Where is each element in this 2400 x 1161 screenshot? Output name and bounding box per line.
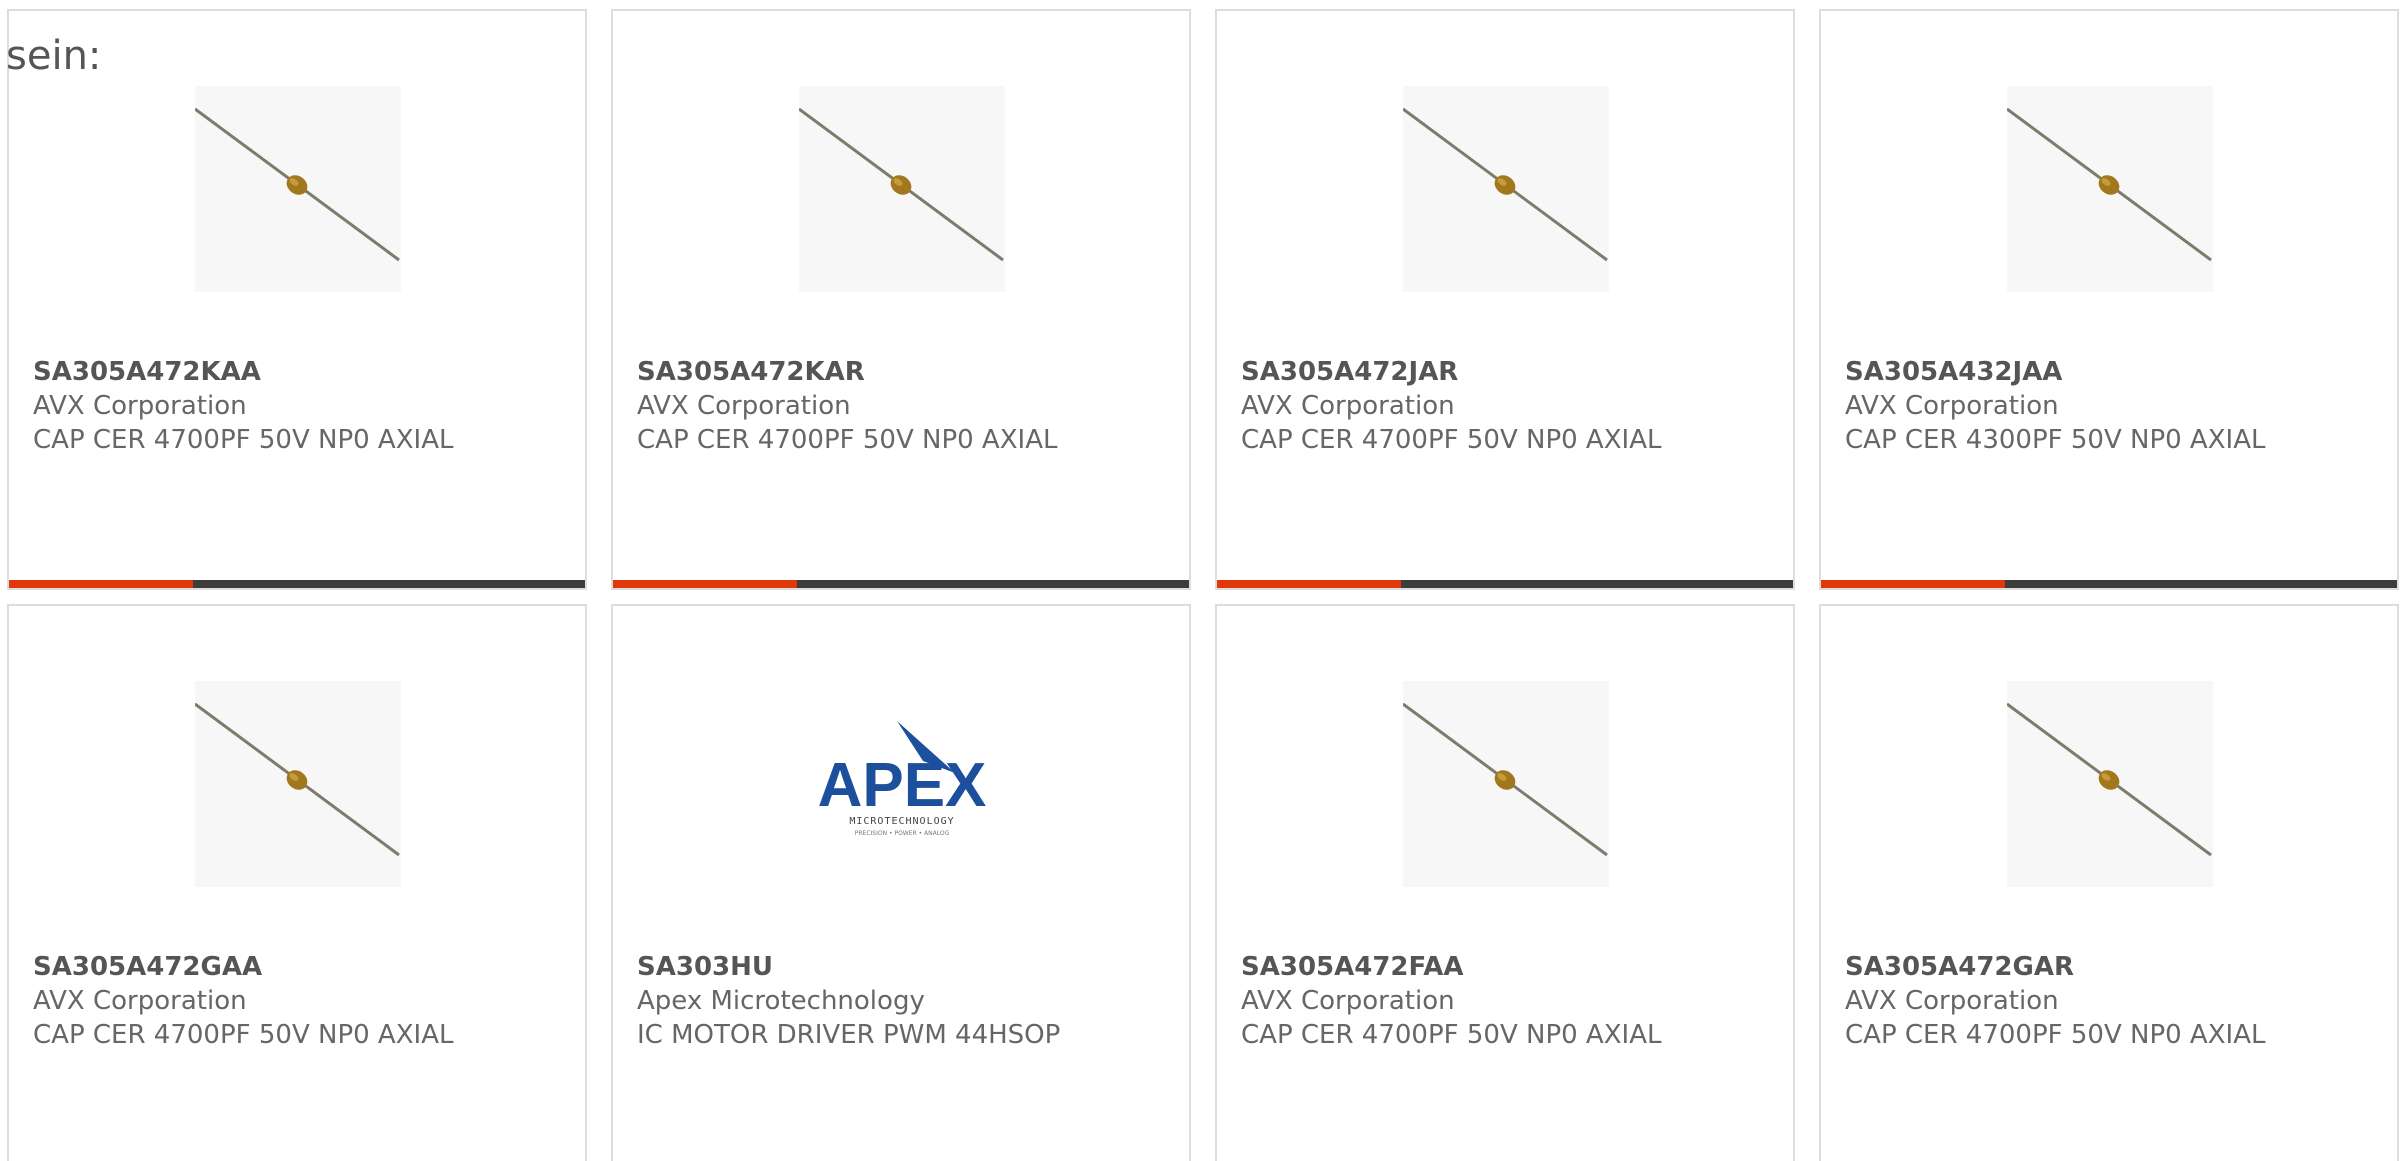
- manufacturer: AVX Corporation: [637, 391, 851, 421]
- manufacturer: AVX Corporation: [1241, 391, 1455, 421]
- card-accent: [1217, 580, 1401, 588]
- product-grid: SA305A472KAA AVX Corporation CAP CER 470…: [7, 9, 2400, 1161]
- description: CAP CER 4300PF 50V NP0 AXIAL: [1845, 425, 2266, 455]
- product-card[interactable]: SA305A472FAA AVX Corporation CAP CER 470…: [1215, 604, 1795, 1161]
- description: CAP CER 4700PF 50V NP0 AXIAL: [1845, 1020, 2266, 1050]
- card-bar: [613, 580, 1189, 588]
- manufacturer: AVX Corporation: [1845, 391, 2059, 421]
- product-card[interactable]: SA305A472KAR AVX Corporation CAP CER 470…: [611, 9, 1191, 590]
- part-number[interactable]: SA303HU: [637, 950, 1060, 984]
- description: CAP CER 4700PF 50V NP0 AXIAL: [1241, 425, 1662, 455]
- card-accent: [9, 580, 193, 588]
- description: IC MOTOR DRIVER PWM 44HSOP: [637, 1020, 1061, 1050]
- description: CAP CER 4700PF 50V NP0 AXIAL: [33, 1020, 454, 1050]
- product-card[interactable]: SA305A472GAR AVX Corporation CAP CER 470…: [1819, 604, 2399, 1161]
- part-number[interactable]: SA305A472KAA: [33, 355, 453, 389]
- manufacturer: AVX Corporation: [1845, 986, 2059, 1016]
- apex-logo-tagline: PRECISION • POWER • ANALOG: [855, 830, 950, 837]
- part-number[interactable]: SA305A432JAA: [1845, 355, 2265, 389]
- intro-text: sein:: [6, 33, 102, 79]
- part-number[interactable]: SA305A472GAA: [33, 950, 453, 984]
- card-bar: [1821, 580, 2397, 588]
- product-card[interactable]: SA305A472KAA AVX Corporation CAP CER 470…: [7, 9, 587, 590]
- apex-logo-sub: MICROTECHNOLOGY: [849, 816, 954, 827]
- card-accent: [1821, 580, 2005, 588]
- part-number[interactable]: SA305A472FAA: [1241, 950, 1661, 984]
- apex-logo: APEX MICROTECHNOLOGY PRECISION • POWER •…: [799, 681, 1005, 887]
- card-accent: [613, 580, 797, 588]
- axial-capacitor-image: [195, 681, 401, 887]
- part-number[interactable]: SA305A472GAR: [1845, 950, 2265, 984]
- product-card[interactable]: SA305A472GAA AVX Corporation CAP CER 470…: [7, 604, 587, 1161]
- page: sein: SA305A472KAA AVX Corporation CAP C…: [0, 0, 2400, 1161]
- card-bar: [9, 580, 585, 588]
- product-card[interactable]: APEX MICROTECHNOLOGY PRECISION • POWER •…: [611, 604, 1191, 1161]
- manufacturer: Apex Microtechnology: [637, 986, 925, 1016]
- description: CAP CER 4700PF 50V NP0 AXIAL: [33, 425, 454, 455]
- manufacturer: AVX Corporation: [1241, 986, 1455, 1016]
- product-card[interactable]: SA305A432JAA AVX Corporation CAP CER 430…: [1819, 9, 2399, 590]
- axial-capacitor-image: [2007, 86, 2213, 292]
- part-number[interactable]: SA305A472JAR: [1241, 355, 1661, 389]
- axial-capacitor-image: [195, 86, 401, 292]
- axial-capacitor-image: [2007, 681, 2213, 887]
- product-card[interactable]: SA305A472JAR AVX Corporation CAP CER 470…: [1215, 9, 1795, 590]
- description: CAP CER 4700PF 50V NP0 AXIAL: [1241, 1020, 1662, 1050]
- description: CAP CER 4700PF 50V NP0 AXIAL: [637, 425, 1058, 455]
- manufacturer: AVX Corporation: [33, 986, 247, 1016]
- axial-capacitor-image: [1403, 681, 1609, 887]
- axial-capacitor-image: [799, 86, 1005, 292]
- apex-logo-text: APEX: [818, 751, 987, 820]
- manufacturer: AVX Corporation: [33, 391, 247, 421]
- part-number[interactable]: SA305A472KAR: [637, 355, 1057, 389]
- card-bar: [1217, 580, 1793, 588]
- axial-capacitor-image: [1403, 86, 1609, 292]
